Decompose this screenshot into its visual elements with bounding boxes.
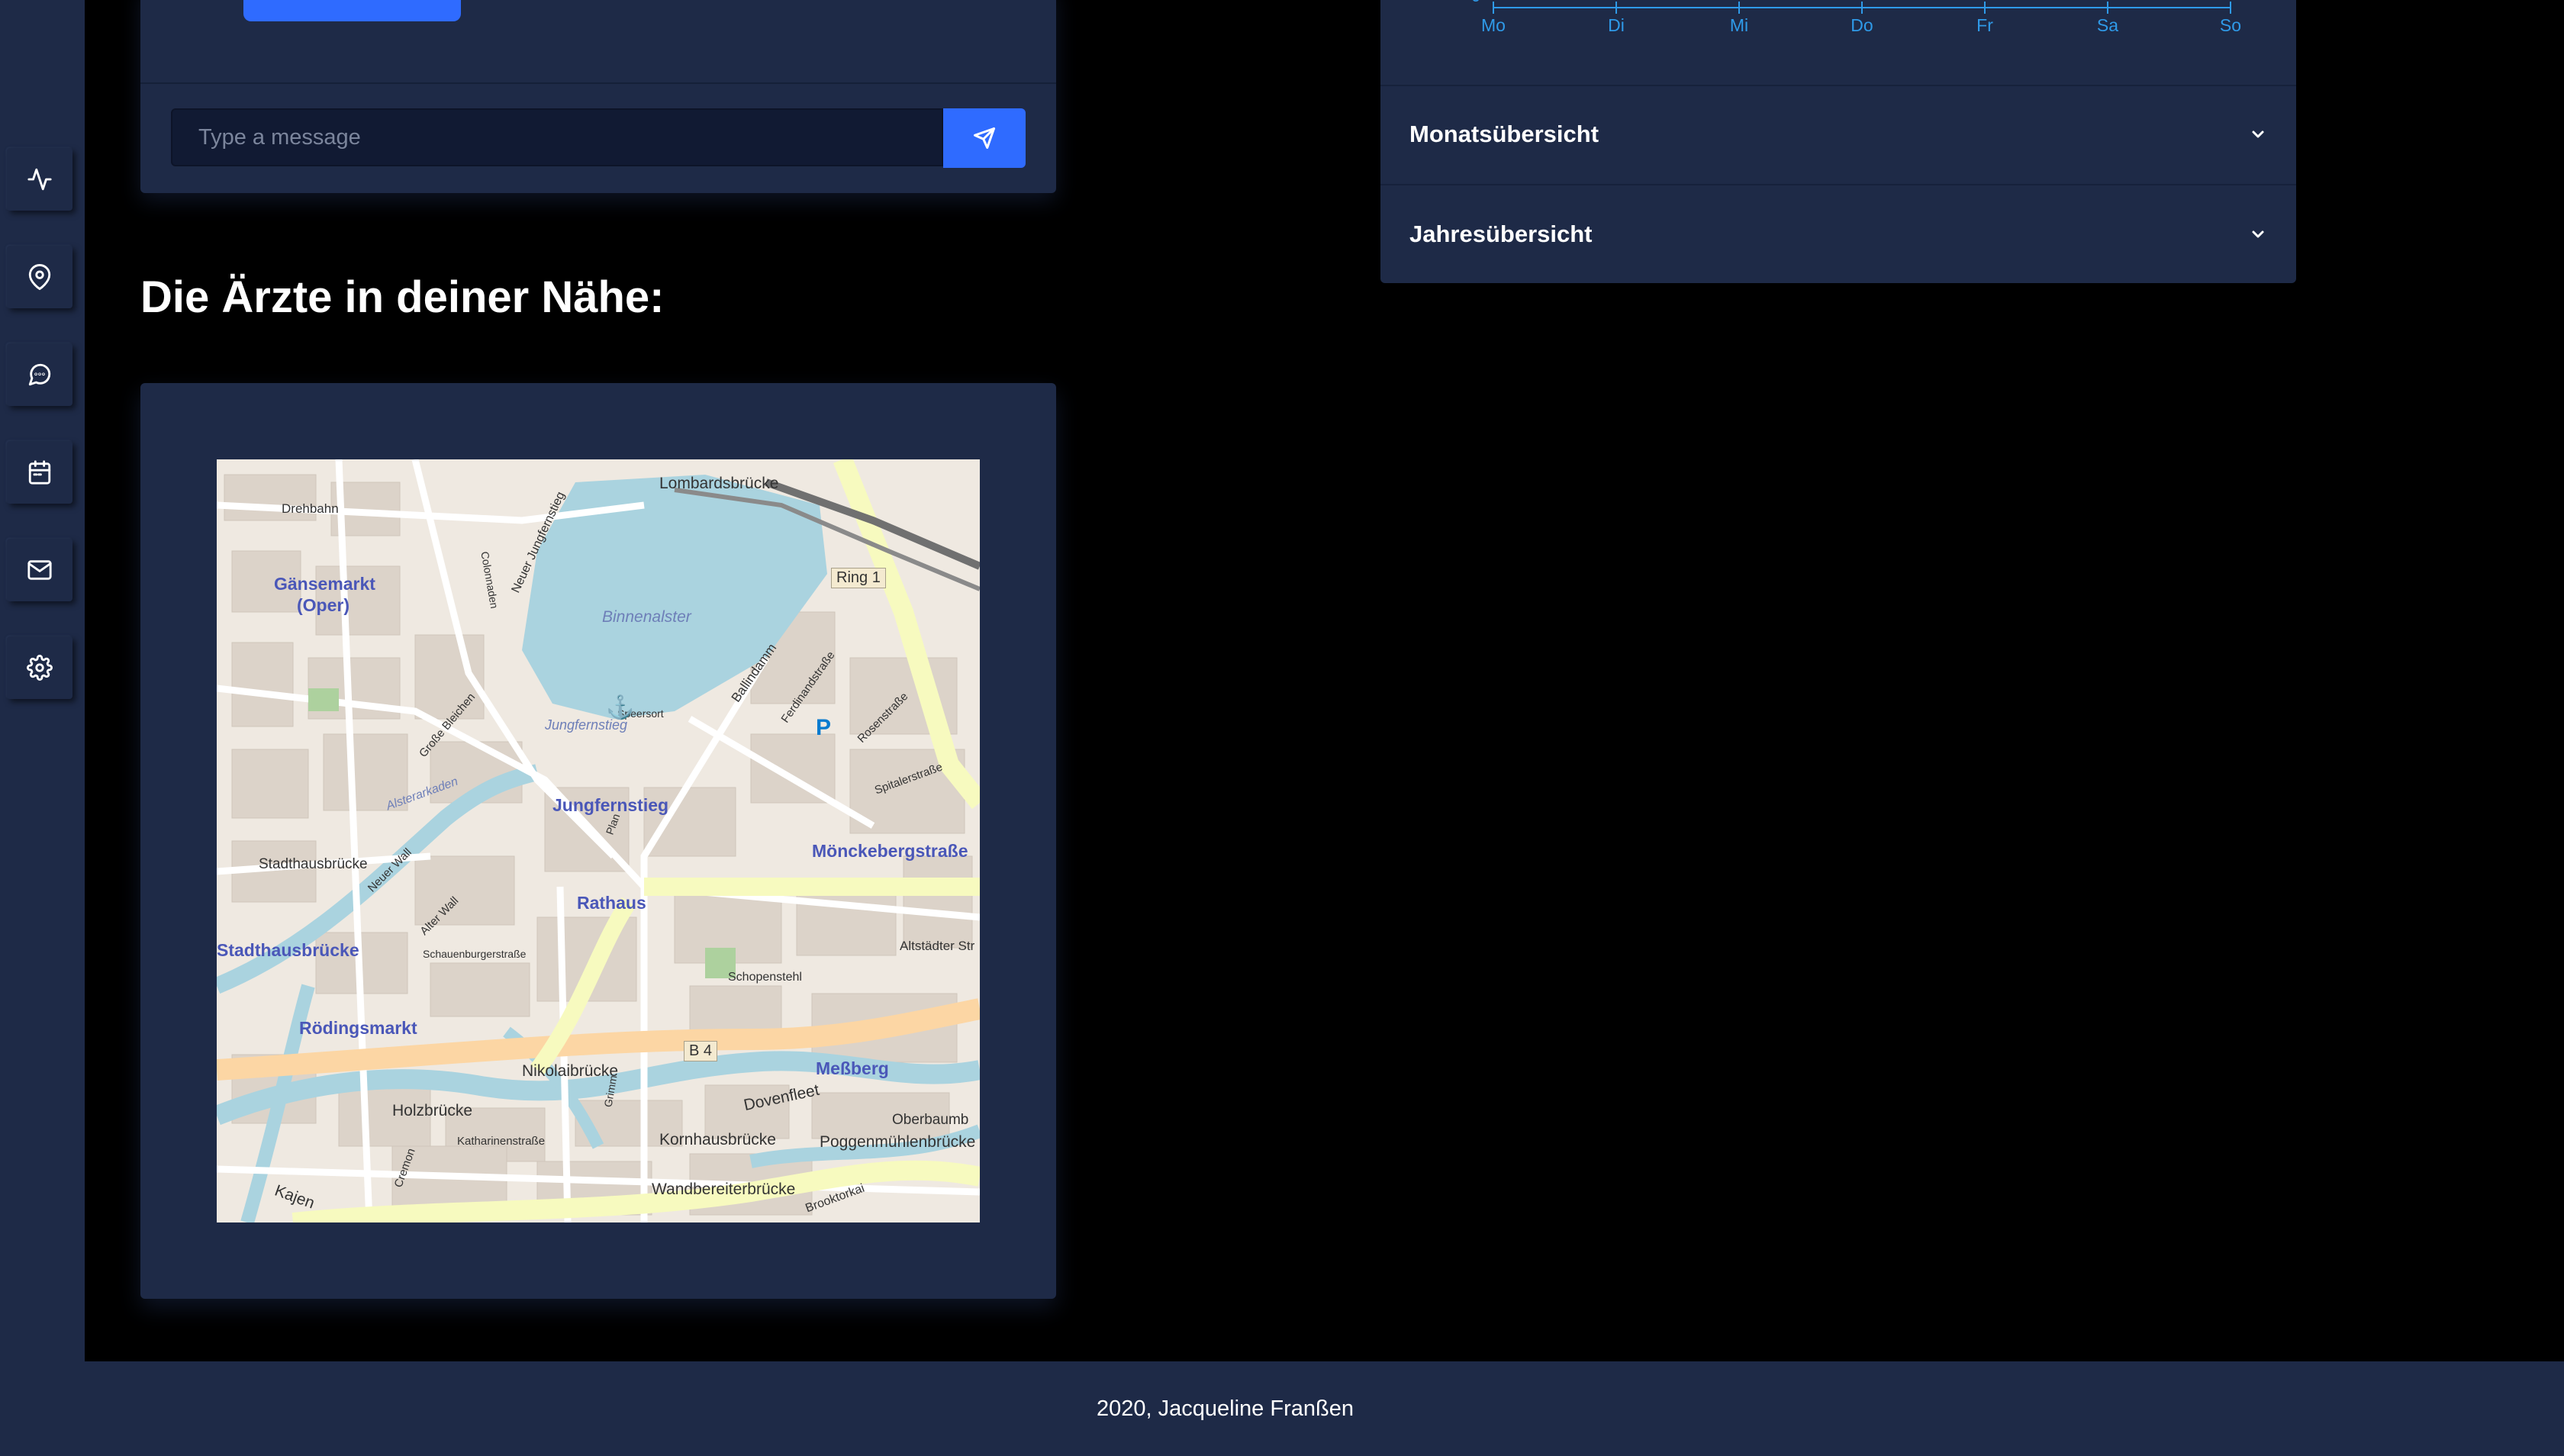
map-label: Nikolaibrücke (522, 1062, 619, 1080)
chevron-down-icon (2249, 125, 2267, 143)
map-label: Rödingsmarkt (299, 1018, 417, 1038)
map-label: Mönckebergstraße (812, 841, 968, 861)
map-label: Altstädter Str (900, 939, 975, 953)
sidebar (0, 0, 85, 1456)
map-label: (Oper) (297, 595, 349, 615)
map-label: Kornhausbrücke (659, 1131, 776, 1148)
message-circle-icon (28, 363, 51, 386)
sidebar-item-chat[interactable] (7, 343, 72, 406)
footer-copyright: 2020, Jacqueline Franßen (1097, 1396, 1354, 1421)
mail-icon (27, 560, 52, 580)
map-label: Stadthausbrücke (259, 856, 368, 872)
activity-icon (27, 168, 52, 191)
doctors-heading: Die Ärzte in deiner Nähe: (140, 272, 665, 322)
map-pin-icon (28, 264, 51, 290)
x-tick-label: Fr (1976, 15, 1993, 35)
gear-icon (27, 655, 53, 681)
doctors-map[interactable]: Lombardsbrücke Drehbahn Gänsemarkt (Oper… (217, 459, 980, 1222)
weekly-chart: 0 Mo Di Mi Do Fr Sa So (1380, 0, 2296, 84)
map-label: Ring 1 (831, 568, 886, 588)
x-tick-label: Do (1851, 15, 1873, 35)
chat-divider (140, 82, 1056, 84)
chat-action-button[interactable] (243, 0, 461, 21)
sidebar-item-calendar[interactable] (7, 441, 72, 504)
sidebar-item-location[interactable] (7, 246, 72, 308)
map-label: Lombardsbrücke (659, 475, 779, 492)
send-button[interactable] (943, 108, 1026, 168)
chat-input-group (171, 108, 1084, 168)
sidebar-item-mail[interactable] (7, 539, 72, 601)
map-label: Katharinenstraße (457, 1135, 546, 1148)
statistics-panel: 0 Mo Di Mi Do Fr Sa So Monatsübersicht J… (1380, 0, 2296, 283)
x-tick-label: Mi (1729, 15, 1749, 35)
map-label: Rathaus (577, 893, 646, 913)
map-label: Drehbahn (282, 501, 339, 516)
map-label: B 4 (684, 1041, 718, 1061)
send-icon (974, 127, 995, 149)
parking-icon: P (816, 715, 832, 740)
sidebar-item-activity[interactable] (7, 148, 72, 211)
anchor-icon: ⚓ (606, 695, 635, 720)
calendar-icon (28, 460, 51, 485)
sidebar-item-settings[interactable] (7, 636, 72, 699)
map-label: Stadthausbrücke (217, 940, 359, 960)
map-label: Schopenstehl (728, 971, 802, 984)
chevron-down-icon (2249, 225, 2267, 243)
y-axis-zero-label: 0 (1471, 0, 1480, 6)
accordion-title: Jahresübersicht (1409, 221, 1593, 247)
chart-axis (1493, 2, 2231, 14)
x-tick-label: So (2219, 15, 2242, 35)
footer: 2020, Jacqueline Franßen (85, 1361, 2564, 1456)
accordion-yearly[interactable]: Jahresübersicht (1380, 184, 2296, 283)
accordion-monthly[interactable]: Monatsübersicht (1380, 85, 2296, 182)
x-tick-label: Mo (1481, 15, 1506, 35)
accordion-title: Monatsübersicht (1409, 121, 1599, 147)
chat-card (140, 0, 1056, 193)
map-card: Lombardsbrücke Drehbahn Gänsemarkt (Oper… (140, 383, 1056, 1299)
x-tick-label: Sa (2096, 15, 2119, 35)
x-tick-label: Di (1608, 15, 1625, 35)
message-input[interactable] (171, 108, 943, 166)
map-label: Gänsemarkt (274, 574, 375, 594)
map-label: Poggenmühlenbrücke (820, 1133, 976, 1151)
map-label: Schauenburgerstraße (423, 948, 527, 960)
map-label: Binnenalster (602, 608, 691, 626)
map-label: Holzbrücke (392, 1102, 473, 1119)
map-label: Oberbaumb (892, 1112, 969, 1128)
map-label: Wandbereiterbrücke (652, 1181, 796, 1198)
map-label: Meßberg (816, 1058, 889, 1078)
